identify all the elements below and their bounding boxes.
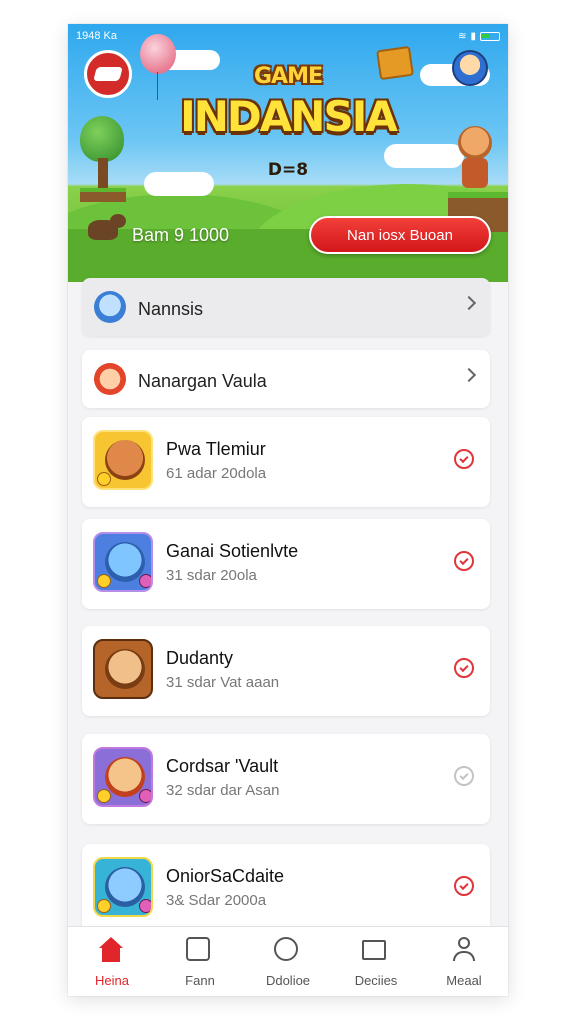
- check-circle-icon[interactable]: [454, 551, 474, 571]
- nav-home[interactable]: Heina: [68, 927, 156, 996]
- nav-label: Ddolioe: [265, 973, 311, 988]
- signal-icon: ▮: [470, 30, 476, 42]
- game-list-item[interactable]: Dudanty 31 sdar Vat aaan: [82, 626, 490, 716]
- chevron-right-icon: [461, 295, 477, 311]
- game-title: Cordsar 'Vault: [166, 756, 279, 776]
- banner-code: D=8: [267, 160, 309, 180]
- balance-text: Bam 9 1000: [132, 225, 230, 245]
- check-circle-icon[interactable]: [454, 766, 474, 786]
- nav-explore[interactable]: Ddolioe: [244, 927, 332, 996]
- game-subtitle: 3& Sdar 2000a: [166, 892, 267, 909]
- game-subtitle: 31 sdar Vat aaan: [166, 674, 280, 691]
- check-circle-icon[interactable]: [454, 658, 474, 678]
- game-list-item[interactable]: Cordsar 'Vault 32 sdar dar Asan: [82, 734, 490, 824]
- menu-item-label: Nannsis: [138, 299, 204, 319]
- menu-item-label: Nanargan Vaula: [138, 371, 267, 391]
- game-list-item[interactable]: Ganai Sotienlvte 31 sdar 20ola: [82, 519, 490, 609]
- wifi-icon: ≋: [458, 30, 467, 42]
- status-bar: 1948 Ka ≋ ▮: [76, 28, 500, 44]
- game-subtitle: 61 adar 20dola: [166, 465, 267, 482]
- game-thumbnail-icon: [93, 747, 153, 807]
- dog-head: [110, 214, 126, 228]
- character-avatar-icon: [94, 363, 126, 395]
- game-thumbnail-icon: [93, 857, 153, 917]
- menu-item-nannsis[interactable]: Nannsis: [82, 278, 490, 336]
- game-title: OniorSaCdaite: [166, 866, 285, 886]
- game-subtitle: 32 sdar dar Asan: [166, 782, 280, 799]
- inbox-icon: [362, 937, 390, 965]
- nav-games[interactable]: Fann: [156, 927, 244, 996]
- battery-icon: [480, 31, 500, 41]
- banner-cta-button[interactable]: Nan iosx Buoan: [309, 216, 491, 254]
- banner-title-small: GAME: [253, 64, 323, 89]
- game-thumbnail-icon: [93, 532, 153, 592]
- profile-icon: [450, 937, 478, 965]
- promo-banner[interactable]: 1948 Ka ≋ ▮ GAME INDANSIA D=8 Bam 9 1000…: [68, 24, 508, 282]
- nav-label: Meaal: [446, 973, 482, 988]
- nav-label: Fann: [185, 973, 215, 988]
- check-circle-icon[interactable]: [454, 449, 474, 469]
- phone-screen: 1948 Ka ≋ ▮ GAME INDANSIA D=8 Bam 9 1000…: [68, 24, 508, 996]
- games-icon: [186, 937, 214, 965]
- nav-label: Heina: [95, 973, 129, 988]
- game-thumbnail-icon: [93, 639, 153, 699]
- status-time: 1948 Ka: [76, 30, 117, 42]
- nav-inbox[interactable]: Deciies: [332, 927, 420, 996]
- compass-icon: [274, 937, 302, 965]
- home-icon: [98, 937, 126, 965]
- game-title: Ganai Sotienlvte: [166, 541, 299, 561]
- chevron-right-icon: [461, 367, 477, 383]
- nav-profile[interactable]: Meaal: [420, 927, 508, 996]
- game-list-item[interactable]: OniorSaCdaite 3& Sdar 2000a: [82, 844, 490, 934]
- robot-avatar-icon: [94, 291, 126, 323]
- platform-decoration: [80, 188, 126, 202]
- nav-label: Deciies: [354, 973, 398, 988]
- bottom-navigation: Heina Fann Ddolioe Deciies Meaal: [68, 926, 508, 996]
- game-list-item[interactable]: Pwa Tlemiur 61 adar 20dola: [82, 417, 490, 507]
- menu-item-nanargan-vaula[interactable]: Nanargan Vaula: [82, 350, 490, 408]
- game-title: Dudanty: [166, 648, 234, 668]
- banner-title: INDANSIA: [180, 92, 398, 141]
- game-thumbnail-icon: [93, 430, 153, 490]
- check-circle-icon[interactable]: [454, 876, 474, 896]
- game-title: Pwa Tlemiur: [166, 439, 266, 459]
- game-subtitle: 31 sdar 20ola: [166, 567, 257, 584]
